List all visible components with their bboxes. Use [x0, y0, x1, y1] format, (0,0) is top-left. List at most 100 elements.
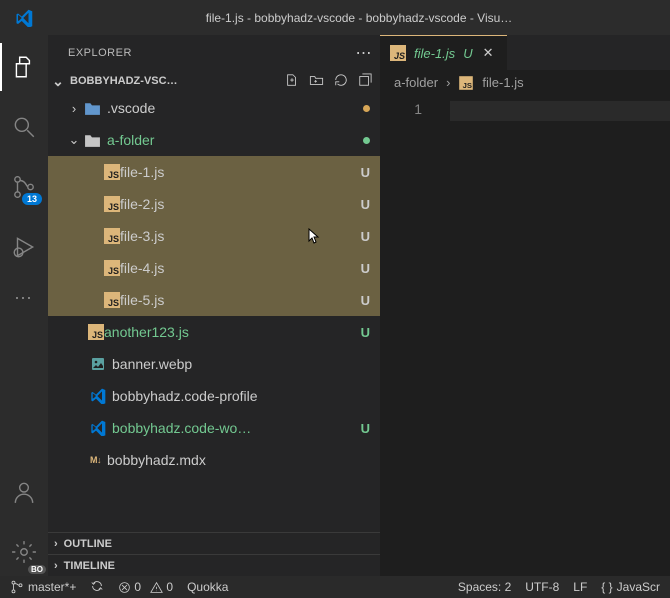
explorer-more-icon[interactable]: ⋯	[356, 43, 373, 63]
activity-account-icon[interactable]	[0, 468, 48, 516]
language-indicator[interactable]: { }JavaScr	[601, 580, 660, 594]
file-name: file-1.js	[120, 164, 355, 180]
tab-label: file-1.js	[414, 46, 455, 61]
current-line-highlight	[450, 101, 670, 121]
cursor-icon	[306, 228, 322, 249]
problems-indicator[interactable]: 0 0	[118, 580, 173, 594]
git-status: U	[355, 197, 370, 212]
crumb-folder[interactable]: a-folder	[394, 75, 438, 90]
file-name: file-4.js	[120, 260, 355, 276]
tree-row[interactable]: M↓ bobbyhadz.mdx	[48, 444, 380, 476]
chevron-right-icon: ›	[54, 538, 58, 550]
mdx-icon: M↓	[90, 455, 101, 465]
tree-row[interactable]: JSfile-4.jsU	[48, 252, 380, 284]
file-name: bobbyhadz.mdx	[107, 452, 370, 468]
editor-area: JS file-1.js U ✕ a-folder › JS file-1.js…	[380, 35, 670, 576]
tree-row[interactable]: JSanother123.jsU	[48, 316, 380, 348]
file-tree: ›.vscode⌄a-folderJSfile-1.jsUJSfile-2.js…	[48, 92, 380, 532]
eol-indicator[interactable]: LF	[573, 580, 587, 594]
twisty-icon: ⌄	[66, 132, 82, 148]
crumb-file[interactable]: file-1.js	[482, 75, 523, 90]
explorer-header: EXPLORER ⋯	[48, 35, 380, 70]
chevron-right-icon: ›	[54, 560, 58, 572]
tree-row[interactable]: bobbyhadz.code-wo…U	[48, 412, 380, 444]
vscode-folder-icon	[84, 101, 101, 116]
code-area[interactable]	[440, 95, 670, 576]
vscode-file-icon	[90, 420, 106, 436]
image-icon	[90, 356, 106, 372]
activity-more-icon[interactable]: ⋯	[0, 283, 48, 313]
explorer-title: EXPLORER	[68, 47, 132, 59]
tab-file[interactable]: JS file-1.js U ✕	[380, 35, 507, 70]
timeline-section[interactable]: ›TIMELINE	[48, 554, 380, 576]
file-name: bobbyhadz.code-wo…	[112, 420, 355, 436]
js-icon: JS	[104, 292, 120, 308]
vscode-file-icon	[90, 388, 106, 404]
tree-row[interactable]: bobbyhadz.code-profile	[48, 380, 380, 412]
sync-icon[interactable]	[90, 579, 104, 596]
workspace-name: BOBBYHADZ-VSC…	[70, 75, 281, 87]
refresh-icon[interactable]	[334, 73, 348, 90]
activity-settings-icon[interactable]: BO	[0, 528, 48, 576]
explorer-sidebar: EXPLORER ⋯ ⌄ BOBBYHADZ-VSC… › .vscode ⌄ a-f…	[48, 35, 380, 576]
spaces-indicator[interactable]: Spaces: 2	[458, 580, 511, 594]
branch-indicator[interactable]: master*+	[10, 580, 76, 594]
twisty-icon: ›	[66, 101, 82, 116]
vscode-logo-icon	[0, 9, 48, 27]
title-bar: file-1.js - bobbyhadz-vscode - bobbyhadz…	[0, 0, 670, 35]
js-icon: JS	[460, 76, 474, 90]
js-icon: JS	[104, 228, 120, 244]
folder-icon	[84, 133, 101, 148]
chevron-down-icon: ⌄	[50, 73, 66, 90]
file-name: file-5.js	[120, 292, 355, 308]
workspace-section-header[interactable]: ⌄ BOBBYHADZ-VSC…	[48, 70, 380, 92]
new-file-icon[interactable]	[285, 73, 299, 90]
activity-search-icon[interactable]	[0, 103, 48, 151]
git-status: U	[355, 165, 370, 180]
file-name: banner.webp	[112, 356, 370, 372]
tree-row[interactable]: JSfile-3.jsU	[48, 220, 380, 252]
new-folder-icon[interactable]	[309, 73, 324, 90]
activity-debug-icon[interactable]	[0, 223, 48, 271]
js-icon: JS	[104, 196, 120, 212]
git-status: U	[355, 261, 370, 276]
chevron-right-icon: ›	[446, 75, 450, 90]
tree-row[interactable]: JSfile-2.jsU	[48, 188, 380, 220]
encoding-indicator[interactable]: UTF-8	[525, 580, 559, 594]
close-icon[interactable]: ✕	[481, 45, 496, 61]
window-title: file-1.js - bobbyhadz-vscode - bobbyhadz…	[48, 11, 670, 25]
js-icon: JS	[88, 324, 104, 340]
tree-row[interactable]: banner.webp	[48, 348, 380, 380]
editor-tabs: JS file-1.js U ✕	[380, 35, 670, 70]
status-dot	[363, 137, 370, 144]
activity-explorer-icon[interactable]	[0, 43, 48, 91]
js-icon: JS	[390, 45, 406, 61]
js-icon: JS	[104, 260, 120, 276]
git-status: U	[355, 325, 370, 340]
activity-bar: 13 ⋯ BO	[0, 35, 48, 576]
settings-badge: BO	[28, 565, 46, 574]
line-gutter: 1	[380, 95, 440, 576]
collapse-icon[interactable]	[358, 73, 372, 90]
tree-row[interactable]: JSfile-1.jsU	[48, 156, 380, 188]
file-name: file-2.js	[120, 196, 355, 212]
file-name: a-folder	[107, 132, 363, 148]
file-name: bobbyhadz.code-profile	[112, 388, 370, 404]
git-status: U	[355, 229, 370, 244]
editor-body[interactable]: 1	[380, 95, 670, 576]
status-bar: master*+ 0 0 Quokka Spaces: 2 UTF-8 LF {…	[0, 576, 670, 598]
activity-scm-icon[interactable]: 13	[0, 163, 48, 211]
outline-section[interactable]: ›OUTLINE	[48, 532, 380, 554]
tree-row[interactable]: › .vscode	[48, 92, 380, 124]
breadcrumb[interactable]: a-folder › JS file-1.js	[380, 70, 670, 95]
file-name: another123.js	[104, 324, 355, 340]
tab-status: U	[463, 46, 472, 61]
file-name: .vscode	[107, 100, 363, 116]
tree-row[interactable]: JSfile-5.jsU	[48, 284, 380, 316]
js-icon: JS	[104, 164, 120, 180]
git-status: U	[355, 421, 370, 436]
git-status: U	[355, 293, 370, 308]
quokka-indicator[interactable]: Quokka	[187, 580, 228, 594]
status-dot	[363, 105, 370, 112]
tree-row[interactable]: ⌄ a-folder	[48, 124, 380, 156]
